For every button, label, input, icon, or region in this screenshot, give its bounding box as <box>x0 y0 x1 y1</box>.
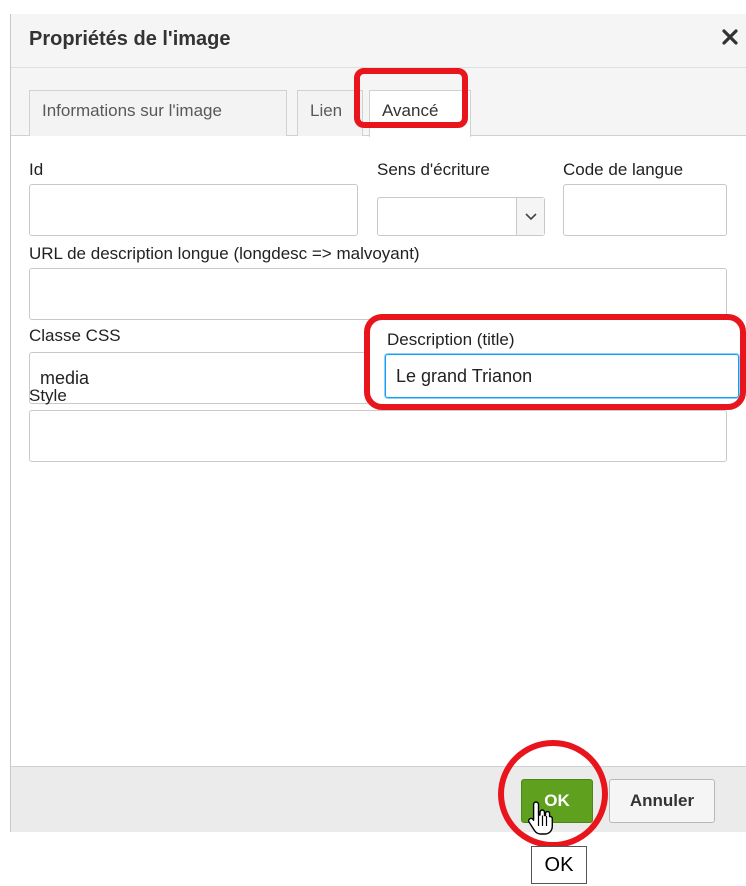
tab-label: Lien <box>310 101 343 120</box>
direction-select[interactable] <box>377 197 545 236</box>
cancel-button[interactable]: Annuler <box>609 779 715 823</box>
tab-label: Avancé <box>382 101 439 120</box>
close-icon[interactable] <box>719 26 741 52</box>
title-input[interactable] <box>385 354 739 398</box>
longdesc-input[interactable] <box>29 268 727 320</box>
ok-tooltip: OK <box>531 846 587 884</box>
css-class-label: Classe CSS <box>29 326 121 345</box>
close-x-glyph <box>722 29 738 45</box>
tab-image-info[interactable]: Informations sur l'image <box>29 90 287 136</box>
chevron-glyph <box>524 212 537 220</box>
tab-label: Informations sur l'image <box>42 101 222 120</box>
longdesc-label: URL de description longue (longdesc => m… <box>29 244 420 263</box>
css-class-input[interactable] <box>29 352 369 404</box>
style-input[interactable] <box>29 410 727 462</box>
dialog-title: Propriétés de l'image <box>29 28 231 50</box>
lang-code-label: Code de langue <box>563 160 684 179</box>
cancel-button-label: Annuler <box>629 791 695 810</box>
hand-cursor-icon <box>527 801 553 835</box>
style-label: Style <box>29 386 67 405</box>
tab-strip: Informations sur l'image Lien Avancé <box>11 68 746 137</box>
direction-label: Sens d'écriture <box>377 160 490 179</box>
dialog-footer: OK Annuler <box>11 766 746 832</box>
id-input[interactable] <box>29 184 358 236</box>
id-label: Id <box>29 160 44 179</box>
image-properties-dialog: Propriétés de l'image Informations sur l… <box>10 14 746 832</box>
tab-advanced[interactable]: Avancé <box>369 90 471 137</box>
lang-code-input[interactable] <box>563 184 727 236</box>
title-label: Description (title) <box>387 330 515 349</box>
tooltip-text: OK <box>544 853 574 876</box>
chevron-down-icon[interactable] <box>516 198 544 235</box>
tab-link[interactable]: Lien <box>297 90 363 136</box>
dialog-titlebar: Propriétés de l'image <box>11 14 746 68</box>
